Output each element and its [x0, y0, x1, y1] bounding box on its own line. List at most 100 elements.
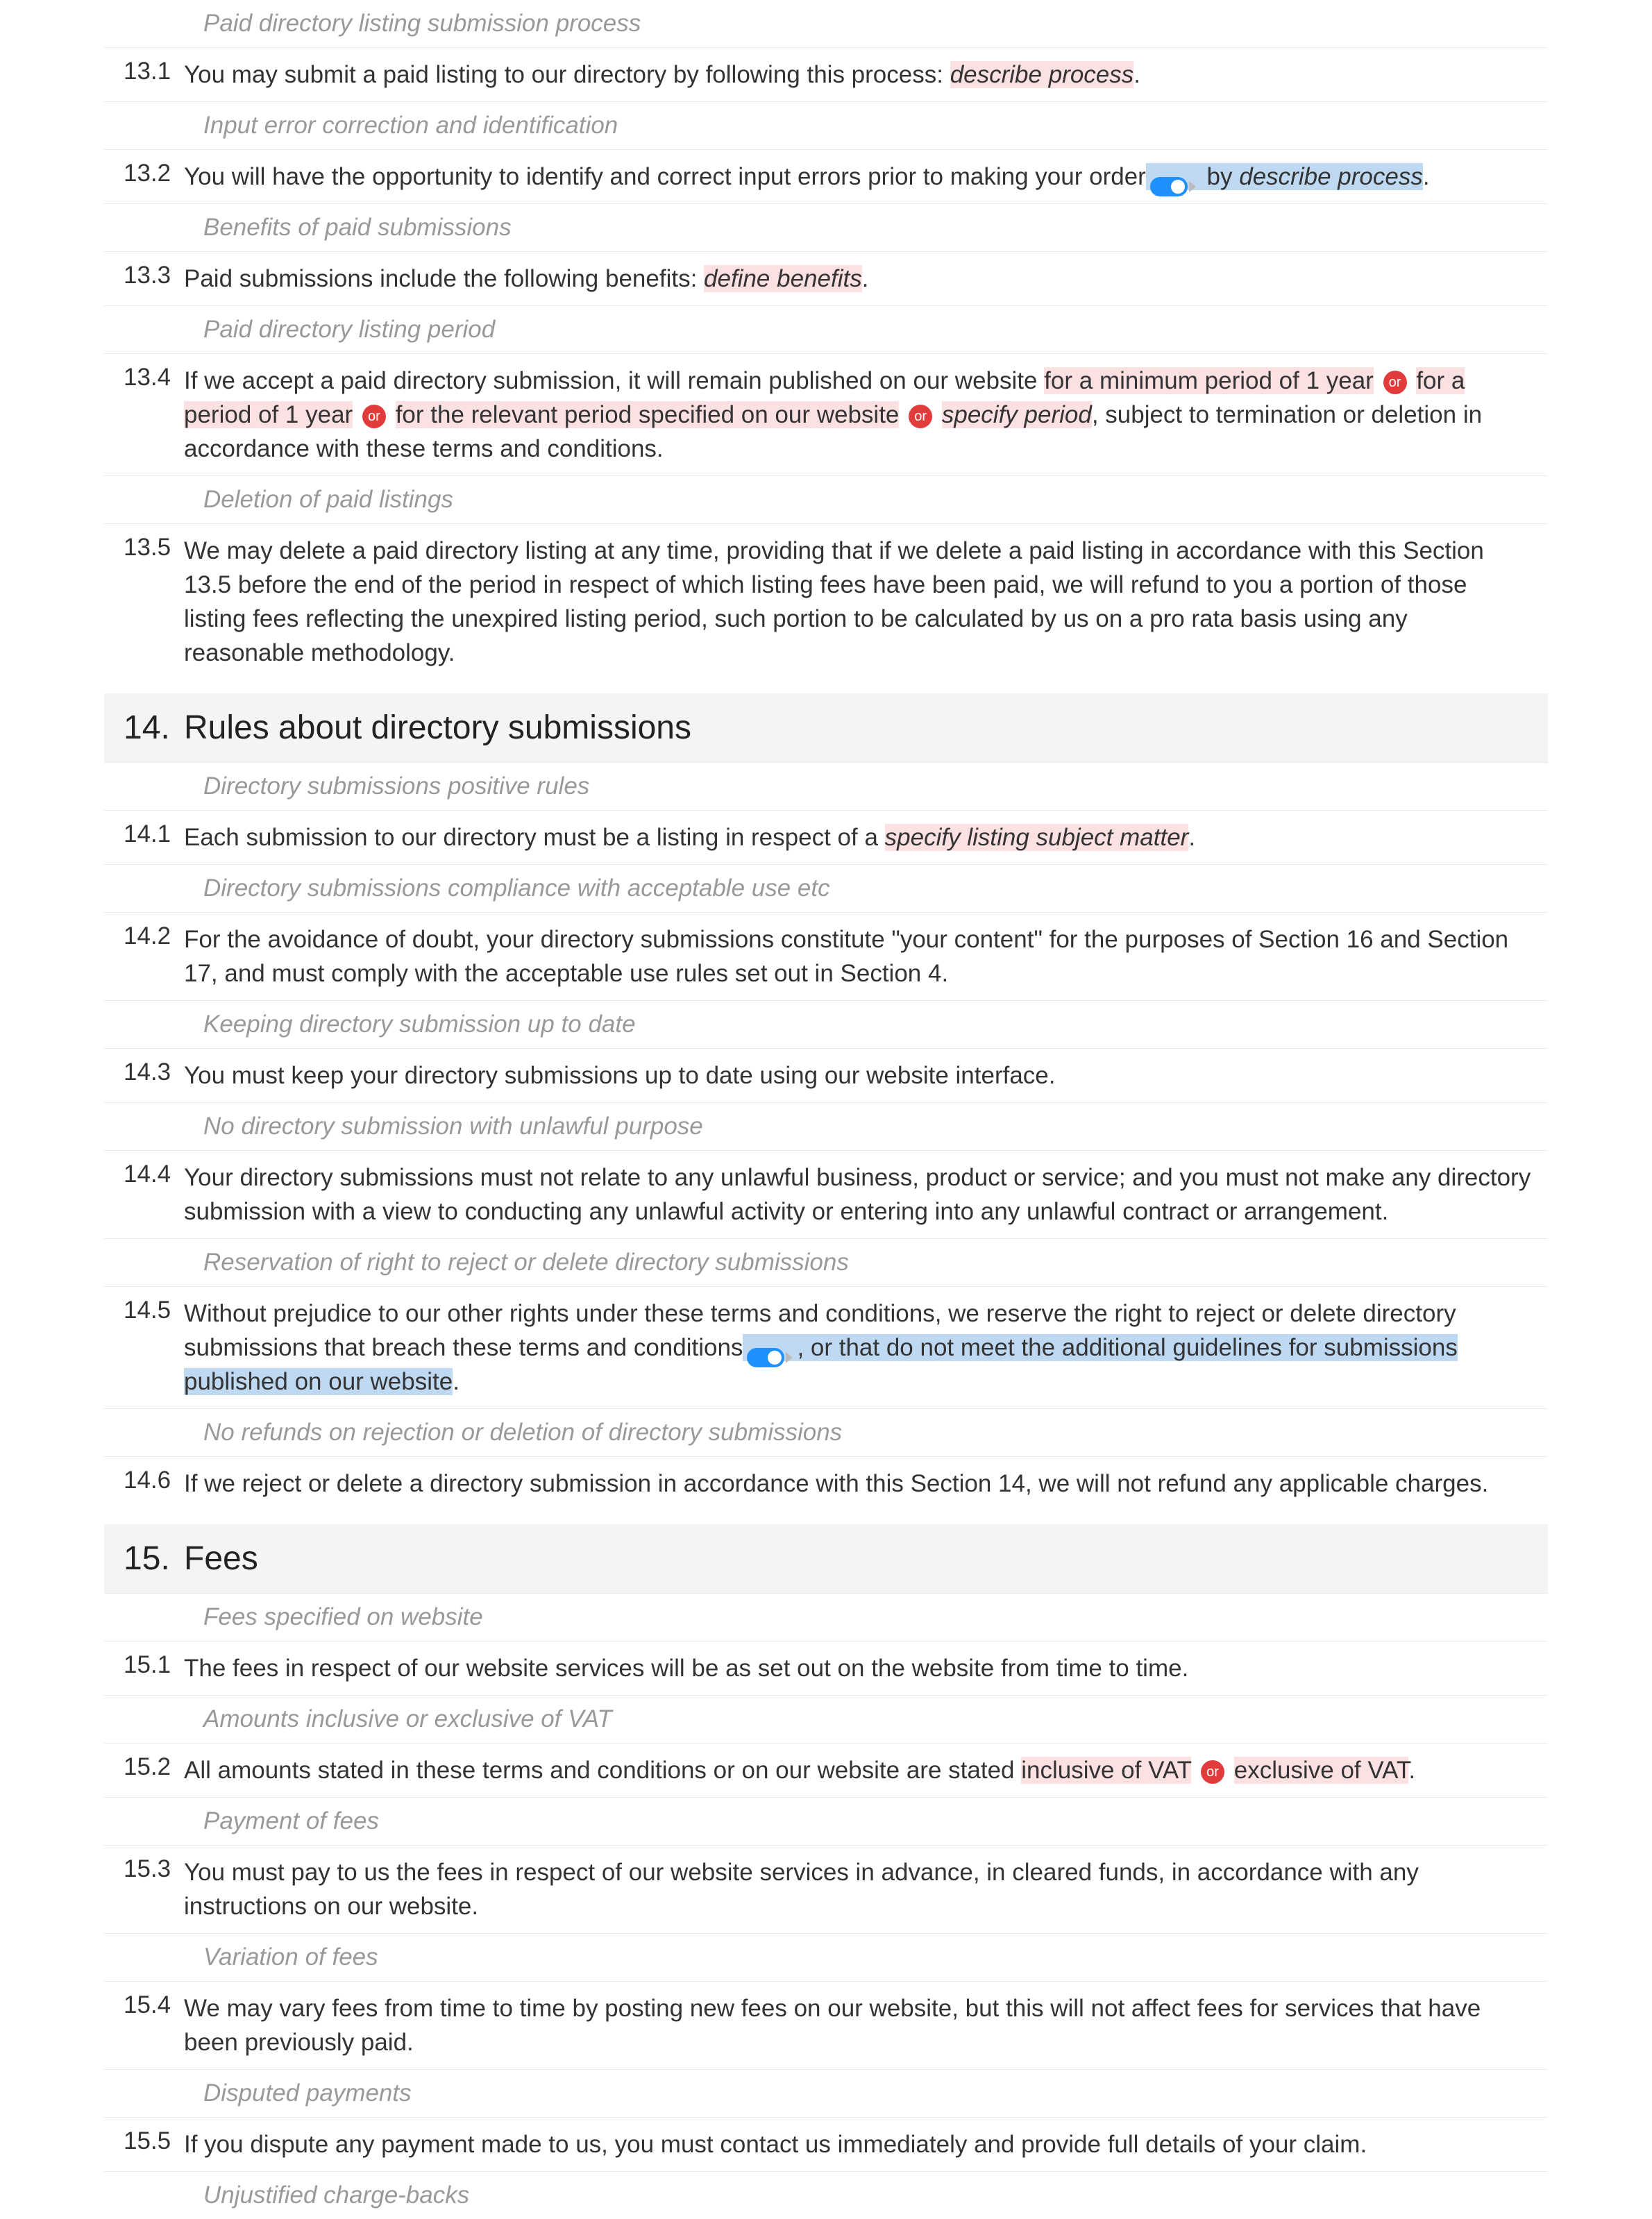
clause-number: 15.5 [104, 2127, 184, 2161]
clause-number: 15.1 [104, 1651, 184, 1685]
clause-text: You may submit a paid listing to our dir… [184, 61, 950, 88]
subheading-text: Paid directory listing period [203, 316, 495, 343]
subheading-row: Directory submissions positive rules [104, 762, 1548, 810]
toggle-switch[interactable] [747, 1339, 793, 1360]
clause-number: 13.3 [104, 262, 184, 296]
or-badge[interactable]: or [1201, 1760, 1224, 1784]
clause-row: 15.1The fees in respect of our website s… [104, 1641, 1548, 1695]
clause-text: exclusive of VAT [1234, 1757, 1409, 1784]
subheading-row: Disputed payments [104, 2069, 1548, 2117]
clause-number: 14.6 [104, 1467, 184, 1501]
clause-text: For the avoidance of doubt, your directo… [184, 926, 1508, 987]
or-badge[interactable]: or [362, 405, 386, 428]
expand-arrow-icon[interactable] [786, 1352, 793, 1363]
subheading-row: Directory submissions compliance with ac… [104, 864, 1548, 912]
clause-number: 14.4 [104, 1161, 184, 1229]
clause-number: 14.3 [104, 1058, 184, 1092]
clause-text: The fees in respect of our website servi… [184, 1655, 1188, 1682]
section-header: 14.Rules about directory submissions [104, 693, 1548, 762]
placeholder-text: define benefits [704, 265, 862, 292]
subheading-text: Amounts inclusive or exclusive of VAT [203, 1705, 612, 1732]
subheading-text: Fees specified on website [203, 1603, 483, 1630]
clause-text: If we reject or delete a directory submi… [184, 1470, 1488, 1497]
subheading-row: Input error correction and identificatio… [104, 101, 1548, 149]
subheading-text: Variation of fees [203, 1943, 378, 1971]
subheading-text: Keeping directory submission up to date [203, 1011, 636, 1038]
clause-text: for a minimum period of 1 year [1044, 367, 1374, 394]
clause-number: 15.4 [104, 1991, 184, 2059]
clause-text: You must pay to us the fees in respect o… [184, 1859, 1419, 1920]
subheading-text: Deletion of paid listings [203, 486, 453, 513]
clause-body: If we reject or delete a directory submi… [184, 1467, 1548, 1501]
clause-body: All amounts stated in these terms and co… [184, 1753, 1548, 1787]
clause-number: 15.2 [104, 1753, 184, 1787]
clause-body: Paid submissions include the following b… [184, 262, 1548, 296]
clause-body: The fees in respect of our website servi… [184, 1651, 1548, 1685]
subheading-row: No directory submission with unlawful pu… [104, 1102, 1548, 1150]
clause-body: You must pay to us the fees in respect o… [184, 1855, 1548, 1923]
clause-text: . [862, 265, 869, 292]
clause-text: All amounts stated in these terms and co… [184, 1757, 1021, 1784]
clause-row: 14.5Without prejudice to our other right… [104, 1286, 1548, 1408]
clause-row: 14.6If we reject or delete a directory s… [104, 1456, 1548, 1510]
subheading-text: Unjustified charge-backs [203, 2182, 469, 2209]
or-badge[interactable]: or [909, 405, 932, 428]
section-header: 15.Fees [104, 1524, 1548, 1593]
clause-text: inclusive of VAT [1021, 1757, 1191, 1784]
expand-arrow-icon[interactable] [1189, 181, 1196, 192]
subheading-text: No refunds on rejection or deletion of d… [203, 1419, 842, 1446]
subheading-row: Variation of fees [104, 1933, 1548, 1981]
section-number: 14. [104, 709, 184, 747]
placeholder-text: describe process [1239, 163, 1423, 190]
clause-row: 14.1Each submission to our directory mus… [104, 810, 1548, 864]
subheading-row: Reservation of right to reject or delete… [104, 1238, 1548, 1286]
clause-text: If you dispute any payment made to us, y… [184, 2131, 1367, 2158]
clause-body: Without prejudice to our other rights un… [184, 1297, 1548, 1399]
clause-body: If we accept a paid directory submission… [184, 364, 1548, 466]
or-badge[interactable]: or [1383, 371, 1407, 394]
clause-body: We may delete a paid directory listing a… [184, 534, 1548, 670]
clause-body: For the avoidance of doubt, your directo… [184, 922, 1548, 990]
clause-row: 13.4If we accept a paid directory submis… [104, 353, 1548, 475]
clause-body: Your directory submissions must not rela… [184, 1161, 1548, 1229]
subheading-row: Payment of fees [104, 1797, 1548, 1845]
placeholder-text: describe process [950, 61, 1134, 88]
clause-text: . [1423, 163, 1430, 190]
document-container: Paid directory listing submission proces… [0, 0, 1652, 2219]
section-title: Rules about directory submissions [184, 709, 691, 747]
clause-text: We may vary fees from time to time by po… [184, 1995, 1481, 2056]
clause-text: Paid submissions include the following b… [184, 265, 704, 292]
subheading-text: Payment of fees [203, 1807, 379, 1834]
section-number: 15. [104, 1539, 184, 1578]
clause-body: We may vary fees from time to time by po… [184, 1991, 1548, 2059]
clause-number: 13.2 [104, 160, 184, 194]
clause-row: 15.2All amounts stated in these terms an… [104, 1743, 1548, 1797]
subheading-text: Reservation of right to reject or delete… [203, 1249, 849, 1276]
clause-number: 14.5 [104, 1297, 184, 1399]
clause-number: 15.3 [104, 1855, 184, 1923]
clause-text: You must keep your directory submissions… [184, 1062, 1056, 1089]
subheading-row: Fees specified on website [104, 1593, 1548, 1641]
clause-text: Each submission to our directory must be… [184, 824, 885, 851]
clause-number: 14.1 [104, 820, 184, 854]
subheading-text: Disputed payments [203, 2079, 412, 2107]
subheading-text: Directory submissions compliance with ac… [203, 875, 830, 902]
clause-text: . [1188, 824, 1195, 851]
subheading-text: Input error correction and identificatio… [203, 112, 618, 139]
clause-text: If we accept a paid directory submission… [184, 367, 1044, 394]
subheading-text: Paid directory listing submission proces… [203, 10, 641, 37]
clause-text: . [453, 1368, 460, 1395]
clause-row: 15.4We may vary fees from time to time b… [104, 1981, 1548, 2069]
clause-number: 14.2 [104, 922, 184, 990]
clause-row: 14.2For the avoidance of doubt, your dir… [104, 912, 1548, 1000]
clause-body: If you dispute any payment made to us, y… [184, 2127, 1548, 2161]
placeholder-text: specify period [942, 401, 1092, 428]
clause-row: 13.1You may submit a paid listing to our… [104, 47, 1548, 101]
subheading-row: No refunds on rejection or deletion of d… [104, 1408, 1548, 1456]
clause-text: by [1200, 163, 1239, 190]
subheading-row: Keeping directory submission up to date [104, 1000, 1548, 1048]
toggle-switch[interactable] [1150, 168, 1196, 189]
clause-text: We may delete a paid directory listing a… [184, 537, 1484, 666]
clause-number: 13.1 [104, 58, 184, 92]
clause-body: You will have the opportunity to identif… [184, 160, 1548, 194]
